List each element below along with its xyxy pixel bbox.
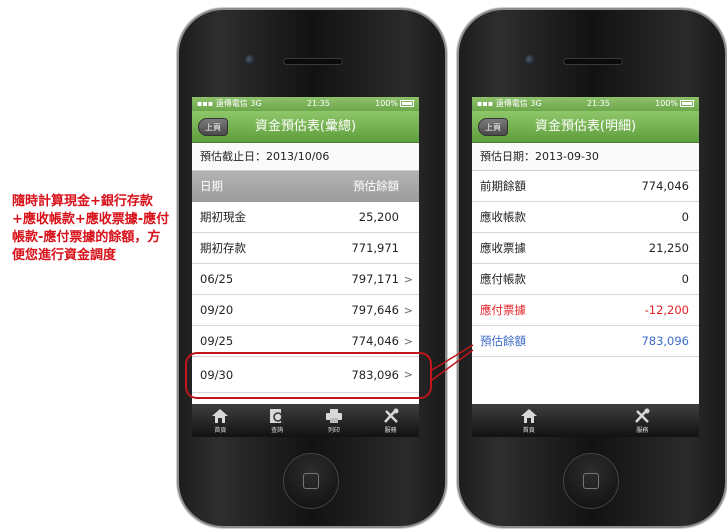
callout-connector [431, 344, 474, 381]
